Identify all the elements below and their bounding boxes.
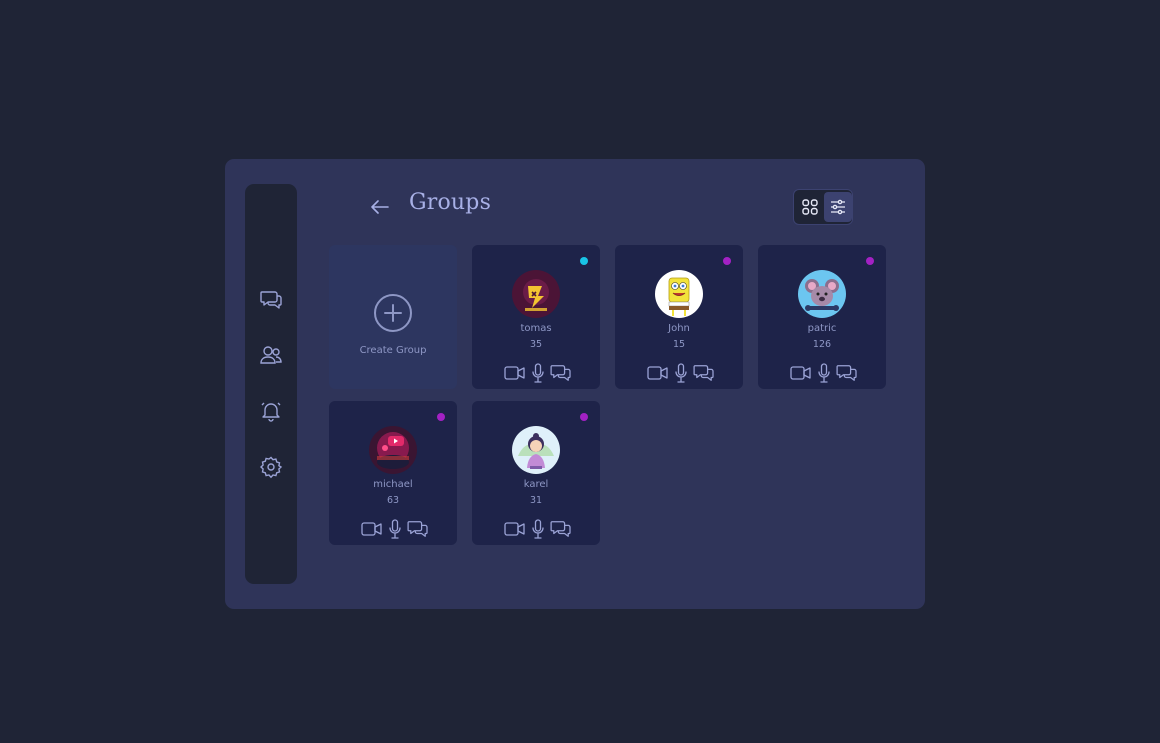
- groups-panel: Groups Create Group tomas 35 John 15 pat…: [225, 159, 925, 609]
- video-icon: [790, 366, 811, 380]
- users-icon: [260, 346, 282, 364]
- group-count: 15: [672, 339, 686, 350]
- avatar-image: [512, 426, 560, 474]
- chat-icon: [260, 291, 282, 309]
- avatar: [512, 270, 560, 318]
- video-icon: [361, 522, 382, 536]
- message-button[interactable]: [550, 520, 572, 538]
- arrow-left-icon: [371, 200, 389, 214]
- voice-call-button[interactable]: [388, 519, 401, 539]
- video-icon: [504, 522, 525, 536]
- microphone-icon: [531, 363, 544, 383]
- chat-icon: [550, 365, 571, 381]
- group-card[interactable]: tomas 35: [472, 245, 600, 389]
- group-card[interactable]: karel 31: [472, 401, 600, 545]
- group-count: 63: [386, 495, 400, 506]
- back-button[interactable]: [368, 195, 392, 219]
- status-dot: [580, 257, 588, 265]
- group-actions: [647, 362, 715, 384]
- bell-icon: [261, 402, 281, 422]
- video-call-button[interactable]: [361, 521, 382, 537]
- status-dot: [437, 413, 445, 421]
- voice-call-button[interactable]: [817, 363, 830, 383]
- group-name: John: [668, 323, 690, 334]
- avatar-image: [512, 270, 560, 318]
- video-icon: [504, 366, 525, 380]
- status-dot: [580, 413, 588, 421]
- video-call-button[interactable]: [790, 365, 811, 381]
- group-name: patric: [807, 323, 837, 334]
- status-dot: [866, 257, 874, 265]
- sliders-icon: [831, 199, 845, 215]
- avatar: [655, 270, 703, 318]
- sidebar: [245, 184, 297, 584]
- create-group-card[interactable]: Create Group: [329, 245, 457, 389]
- microphone-icon: [531, 519, 544, 539]
- message-button[interactable]: [693, 364, 715, 382]
- group-actions: [361, 518, 429, 540]
- microphone-icon: [388, 519, 401, 539]
- group-count: 35: [529, 339, 543, 350]
- voice-call-button[interactable]: [531, 519, 544, 539]
- group-name: tomas: [520, 323, 552, 334]
- avatar-image: [369, 426, 417, 474]
- grid-view-button[interactable]: [796, 192, 824, 222]
- avatar-image: [798, 270, 846, 318]
- chat-icon: [407, 521, 428, 537]
- voice-call-button[interactable]: [531, 363, 544, 383]
- settings-icon: [259, 456, 283, 479]
- message-button[interactable]: [550, 364, 572, 382]
- status-dot: [723, 257, 731, 265]
- sidebar-item-notifications[interactable]: [259, 399, 283, 423]
- group-count: 126: [812, 339, 832, 350]
- create-group-label: Create Group: [359, 345, 427, 356]
- group-actions: [790, 362, 858, 384]
- microphone-icon: [674, 363, 687, 383]
- plus-circle-icon: [374, 294, 412, 332]
- view-toggle: [793, 189, 853, 225]
- video-icon: [647, 366, 668, 380]
- group-count: 31: [529, 495, 543, 506]
- avatar: [512, 426, 560, 474]
- sidebar-item-contacts[interactable]: [259, 343, 283, 367]
- sidebar-item-chats[interactable]: [259, 287, 283, 311]
- video-call-button[interactable]: [504, 521, 525, 537]
- message-button[interactable]: [407, 520, 429, 538]
- filter-view-button[interactable]: [824, 192, 852, 222]
- chat-icon: [693, 365, 714, 381]
- video-call-button[interactable]: [504, 365, 525, 381]
- group-actions: [504, 518, 572, 540]
- avatar: [369, 426, 417, 474]
- page-title: Groups: [409, 190, 492, 215]
- group-name: michael: [373, 479, 413, 490]
- group-card[interactable]: John 15: [615, 245, 743, 389]
- avatar: [798, 270, 846, 318]
- video-call-button[interactable]: [647, 365, 668, 381]
- group-actions: [504, 362, 572, 384]
- chat-icon: [550, 521, 571, 537]
- group-name: karel: [523, 479, 549, 490]
- voice-call-button[interactable]: [674, 363, 687, 383]
- group-card[interactable]: patric 126: [758, 245, 886, 389]
- chat-icon: [836, 365, 857, 381]
- message-button[interactable]: [836, 364, 858, 382]
- avatar-image: [655, 270, 703, 318]
- grid-icon: [802, 199, 818, 215]
- microphone-icon: [817, 363, 830, 383]
- group-card[interactable]: michael 63: [329, 401, 457, 545]
- sidebar-item-settings[interactable]: [259, 455, 283, 479]
